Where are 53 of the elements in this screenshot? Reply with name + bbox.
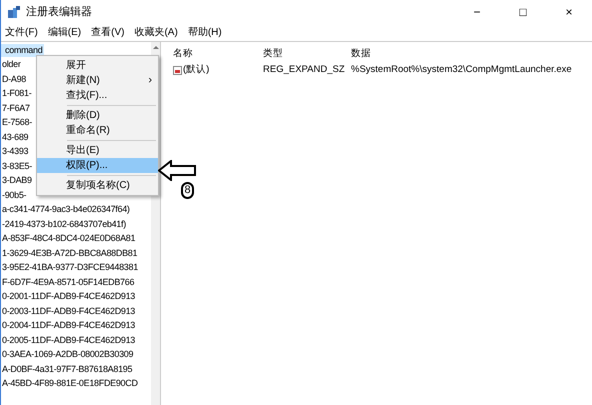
tree-item[interactable]: F-6D7F-4E9A-8571-05F14EDB766: [1, 276, 134, 289]
tree-item[interactable]: 0-2003-11DF-ADB9-F4CE462D913: [1, 304, 136, 318]
column-header[interactable]: 类型: [259, 46, 347, 62]
context-menu-item[interactable]: 权限(P)...: [37, 158, 158, 173]
menu-item[interactable]: 收藏夹(A): [134, 24, 178, 40]
tree-item[interactable]: 1-F081-: [1, 87, 32, 100]
column-header[interactable]: 数据: [347, 46, 592, 62]
context-menu-item[interactable]: 重命名(R): [37, 123, 158, 138]
tree-item[interactable]: 3-83E5-: [1, 160, 32, 173]
tree-item[interactable]: 0-2004-11DF-ADB9-F4CE462D913: [1, 319, 136, 332]
menu-item[interactable]: 文件(F): [5, 24, 38, 40]
scroll-up-icon[interactable]: [152, 46, 159, 49]
tree-item[interactable]: 3-DAB9: [1, 174, 32, 188]
tree-item[interactable]: 3-4393: [1, 145, 28, 158]
context-menu-item[interactable]: 新建(N) ›: [37, 73, 158, 88]
column-header[interactable]: 名称: [169, 46, 259, 62]
tree-item[interactable]: 0-2001-11DF-ADB9-F4CE462D913: [1, 290, 136, 304]
tree-item[interactable]: A-853F-48C4-8DC4-024E0D68A81: [1, 232, 136, 246]
submenu-arrow-icon: ›: [148, 72, 152, 89]
tree-item[interactable]: 0-2005-11DF-ADB9-F4CE462D913: [1, 334, 136, 347]
left-arrow-icon: [158, 160, 196, 181]
tree-item[interactable]: 3-95E2-41BA-9377-D3FCE9448381: [1, 261, 138, 274]
table-cell-text: %SystemRoot%\system32\CompMgmtLauncher.exe: [350, 62, 573, 77]
registry-app-icon: [7, 5, 21, 19]
step-number: 8: [181, 182, 194, 199]
tree-item[interactable]: older: [1, 58, 21, 72]
context-menu-item[interactable]: 查找(F)...: [37, 88, 158, 103]
string-value-icon: [173, 66, 182, 74]
close-button[interactable]: ×: [546, 1, 592, 23]
context-menu-item[interactable]: 复制项名称(C): [37, 178, 158, 193]
menu-item[interactable]: 编辑(E): [48, 24, 82, 40]
context-menu-item[interactable]: 展开: [37, 58, 158, 73]
table-cell-text: REG_EXPAND_SZ: [262, 62, 346, 77]
menu-item[interactable]: 查看(V): [91, 24, 124, 40]
value-name[interactable]: (默认): [183, 62, 210, 78]
tree-item[interactable]: command: [1, 44, 44, 57]
tree-item[interactable]: a-c341-4774-9ac3-b4e026347f64): [1, 203, 130, 216]
tree-item[interactable]: 1-3629-4E3B-A72D-BBC8A88DB81: [1, 246, 138, 260]
tree-item[interactable]: 43-689: [1, 130, 28, 144]
tree-item[interactable]: A-45BD-4F89-881E-0E18FDE90CD: [1, 377, 138, 390]
context-menu-item[interactable]: 导出(E): [37, 143, 158, 158]
minimize-button[interactable]: −: [454, 1, 500, 23]
tree-item[interactable]: D-A98: [1, 72, 26, 86]
tree-item[interactable]: A-D0BF-4a31-97F7-B87618A8195: [1, 362, 132, 376]
tree-item[interactable]: 7-F6A7: [1, 102, 30, 115]
context-menu-item[interactable]: 删除(D): [37, 108, 158, 123]
menu-item[interactable]: 帮助(H): [188, 24, 222, 40]
tree-item[interactable]: E-7568-: [1, 116, 32, 130]
tree-item[interactable]: -90b5-: [1, 188, 26, 202]
tree-item[interactable]: -2419-4373-b102-6843707eb41f): [1, 218, 126, 231]
window-title: 注册表编辑器: [26, 4, 92, 20]
maximize-button[interactable]: □: [500, 1, 546, 23]
tree-item[interactable]: 0-3AEA-1069-A2DB-08002B30309: [1, 348, 134, 362]
